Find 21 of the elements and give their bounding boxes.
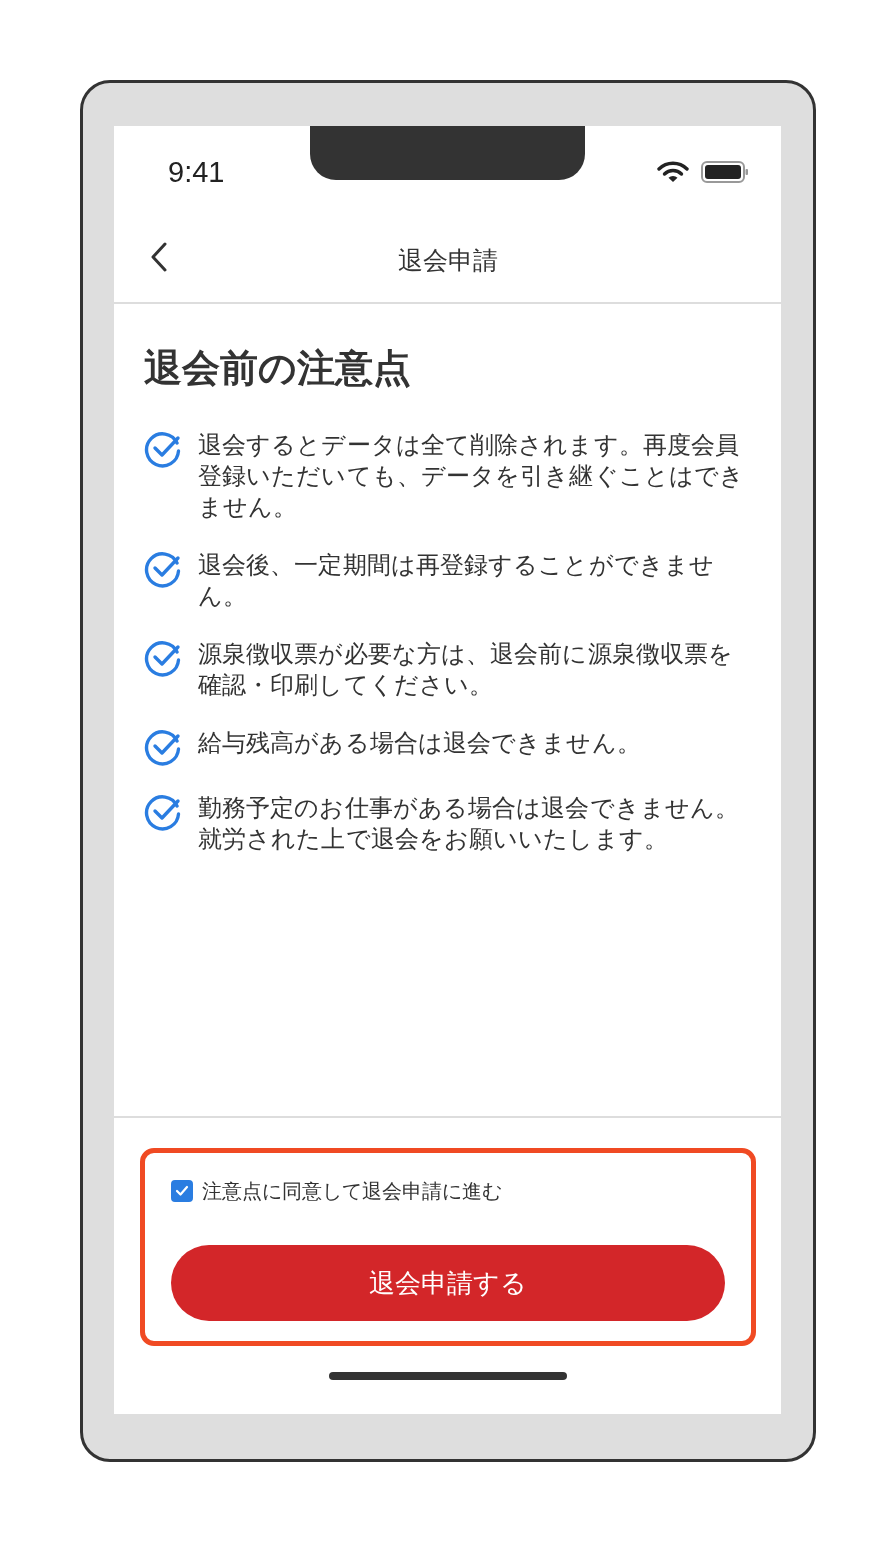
agree-label: 注意点に同意して退会申請に進む <box>202 1177 502 1205</box>
check-circle-icon <box>144 639 182 677</box>
check-circle-icon <box>144 793 182 831</box>
check-circle-icon <box>144 550 182 588</box>
wifi-icon <box>657 161 689 183</box>
notice-text: 勤務予定のお仕事がある場合は退会できません。就労された上で退会をお願いいたします。 <box>198 793 741 855</box>
back-button[interactable] <box>150 242 168 272</box>
notice-text: 給与残高がある場合は退会できません。 <box>198 728 642 759</box>
agree-checkbox[interactable] <box>171 1180 193 1202</box>
check-circle-icon <box>144 430 182 468</box>
status-time: 9:41 <box>168 156 225 189</box>
notice-text: 源泉徴収票が必要な方は、退会前に源泉徴収票を確認・印刷してください。 <box>198 639 735 701</box>
submit-button[interactable]: 退会申請する <box>171 1245 725 1321</box>
screen-title: 退会申請 <box>397 244 498 277</box>
section-heading: 退会前の注意点 <box>144 345 412 392</box>
battery-icon <box>701 161 749 183</box>
notice-text: 退会するとデータは全て削除されます。再度会員登録いただいても、データを引き継ぐことはできません。 <box>198 430 746 523</box>
chevron-left-icon <box>150 242 168 272</box>
notice-text: 退会後、一定期間は再登録することができません。 <box>198 550 716 612</box>
check-circle-icon <box>144 728 182 766</box>
checkmark-icon <box>175 1185 189 1197</box>
